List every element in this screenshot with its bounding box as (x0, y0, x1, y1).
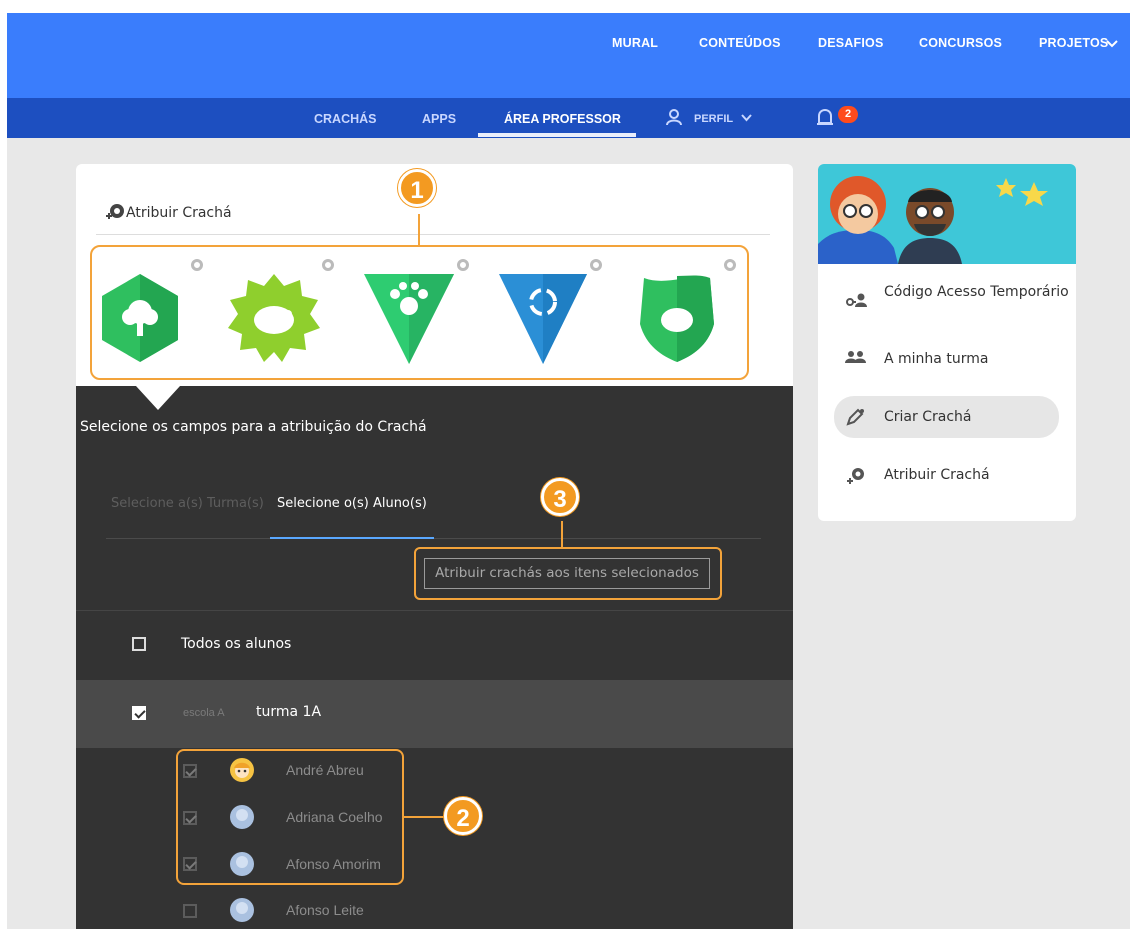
sidebar-item-assign-badge[interactable]: Atribuir Crachá (884, 465, 990, 485)
callout-line (404, 816, 444, 818)
gear-icon[interactable] (590, 259, 602, 271)
tab-select-students[interactable]: Selecione o(s) Aluno(s) (277, 496, 427, 511)
callout-line (561, 521, 563, 549)
pen-icon (846, 408, 864, 426)
nav-concursos[interactable]: CONCURSOS (919, 36, 1002, 50)
callout-line (418, 214, 420, 247)
key-user-icon (846, 293, 867, 307)
student-name: Afonso Amorim (286, 856, 381, 872)
nav-projetos[interactable]: PROJETOS (1039, 36, 1108, 50)
active-tab-indicator (270, 537, 434, 539)
panel-pointer (136, 386, 180, 410)
subnav-apps[interactable]: APPS (422, 112, 456, 126)
notification-badge: 2 (838, 106, 858, 123)
active-tab-indicator (478, 133, 636, 137)
sidebar-item-create-badge[interactable]: Criar Crachá (884, 407, 971, 427)
gear-icon[interactable] (724, 259, 736, 271)
subnav-area-professor[interactable]: ÁREA PROFESSOR (504, 112, 621, 126)
chevron-down-icon[interactable] (1106, 39, 1118, 48)
student-checkbox[interactable] (183, 811, 197, 825)
user-icon[interactable] (665, 108, 683, 126)
piggy-bank-badge-icon[interactable] (228, 272, 320, 364)
gear-icon[interactable] (457, 259, 469, 271)
all-students-label: Todos os alunos (181, 636, 292, 652)
nav-desafios[interactable]: DESAFIOS (818, 36, 884, 50)
subnav-crachas[interactable]: CRACHÁS (314, 112, 377, 126)
assign-badge-icon (847, 468, 864, 484)
callout-2: 2 (444, 797, 482, 835)
sidebar-item-temp-access[interactable]: Código Acesso Temporário (884, 282, 1069, 302)
card-title: Atribuir Crachá (126, 205, 232, 221)
recycle-badge-icon[interactable] (497, 272, 589, 366)
sidebar-banner (818, 164, 1076, 264)
nav-conteudos[interactable]: CONTEÚDOS (699, 36, 781, 50)
school-label: escola A (183, 707, 225, 719)
assign-badge-icon (106, 204, 124, 219)
chevron-down-icon[interactable] (741, 114, 752, 122)
student-avatar (230, 852, 254, 876)
class-name: turma 1A (256, 704, 322, 720)
student-name: Afonso Leite (286, 902, 364, 918)
student-checkbox[interactable] (183, 857, 197, 871)
student-checkbox[interactable] (183, 904, 197, 918)
tree-badge-icon[interactable] (100, 272, 180, 364)
shield-badge-icon[interactable] (636, 272, 718, 364)
sidebar-item-my-class[interactable]: A minha turma (884, 349, 988, 369)
student-name: André Abreu (286, 762, 364, 778)
divider (96, 234, 770, 235)
top-navbar (7, 13, 1130, 98)
all-students-checkbox[interactable] (132, 637, 146, 651)
divider (76, 610, 793, 611)
class-checkbox[interactable] (132, 706, 146, 720)
student-avatar (230, 805, 254, 829)
teachers-illustration (818, 176, 1048, 264)
student-checkbox[interactable] (183, 764, 197, 778)
student-name: Adriana Coelho (286, 809, 383, 825)
panel-heading: Selecione os campos para a atribuição do… (80, 419, 427, 435)
subnav-perfil[interactable]: PERFIL (694, 113, 733, 125)
gear-icon[interactable] (191, 259, 203, 271)
paw-badge-icon[interactable] (362, 272, 456, 366)
callout-1: 1 (398, 169, 436, 207)
student-avatar (230, 898, 254, 922)
tab-select-classes[interactable]: Selecione a(s) Turma(s) (111, 496, 264, 511)
nav-mural[interactable]: MURAL (612, 36, 658, 50)
group-icon (845, 351, 866, 363)
callout-3: 3 (541, 478, 579, 516)
student-avatar (230, 758, 254, 782)
assign-badges-button[interactable]: Atribuir crachás aos itens selecionados (424, 558, 710, 589)
bell-icon[interactable] (816, 107, 834, 129)
gear-icon[interactable] (322, 259, 334, 271)
